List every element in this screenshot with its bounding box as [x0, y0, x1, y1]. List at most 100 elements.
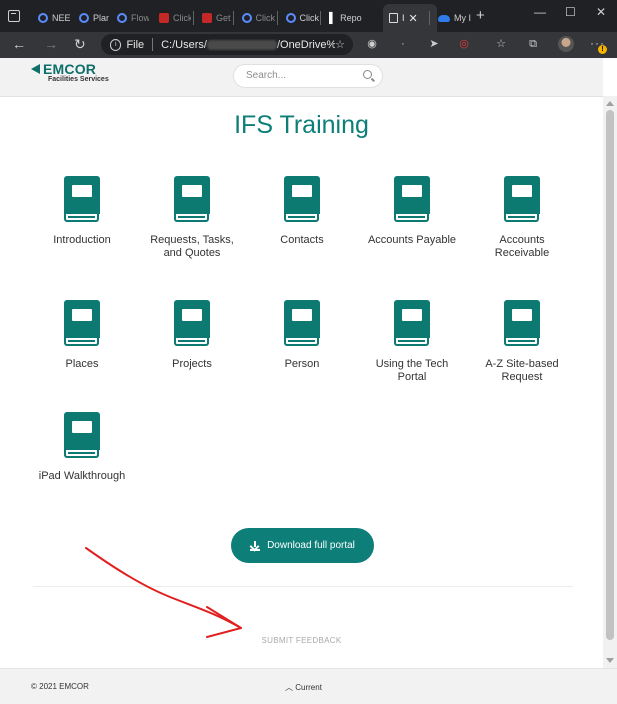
browser-tab[interactable]: My I: [429, 4, 474, 32]
tab-separator: [233, 11, 234, 25]
training-module[interactable]: Using the Tech Portal: [357, 294, 467, 384]
module-label: Contacts: [280, 234, 324, 246]
current-link[interactable]: ︿ Current: [285, 682, 322, 693]
search-box[interactable]: [233, 64, 383, 88]
module-label: Requests, Tasks, and Quotes: [150, 234, 234, 259]
tab-label: Click: [255, 13, 276, 23]
scroll-down-arrow-icon[interactable]: [606, 658, 614, 663]
tab-separator: [193, 11, 194, 25]
onedrive-icon: [438, 14, 450, 22]
training-module[interactable]: Contacts: [247, 170, 357, 247]
red-square-icon: [159, 13, 169, 23]
info-icon[interactable]: i: [110, 38, 122, 51]
tab-close-icon[interactable]: ✕: [409, 12, 418, 25]
book-icon: [394, 300, 430, 346]
training-module[interactable]: Introduction: [27, 170, 137, 247]
browser-tab-strip: NEEIPlanFlowClickGetClickClick▌RepoI✕My …: [0, 0, 617, 32]
forward-arrow-icon[interactable]: →: [44, 36, 58, 52]
book-icon: [284, 300, 320, 346]
profile-avatar[interactable]: [558, 36, 574, 52]
redacted-username: [206, 39, 277, 50]
refresh-icon[interactable]: ↻: [74, 36, 86, 53]
emcor-logo[interactable]: EMCOR Facilities Services: [31, 61, 109, 83]
chevron-up-icon: ︿: [285, 683, 293, 692]
browser-tab[interactable]: Click: [233, 4, 275, 32]
search-icon[interactable]: [363, 70, 372, 79]
training-module[interactable]: A-Z Site-based Request: [467, 294, 577, 384]
book-icon: [64, 300, 100, 346]
extension-target-icon[interactable]: ◎: [458, 38, 470, 50]
blue-circle-icon: [241, 13, 252, 23]
book-icon: [394, 176, 430, 222]
training-module[interactable]: Projects: [137, 294, 247, 371]
browser-tab[interactable]: Plan: [71, 4, 109, 32]
blue-circle-icon: [79, 13, 89, 23]
download-label: Download full portal: [267, 540, 355, 551]
address-scheme: File: [126, 38, 145, 51]
content-divider: [33, 586, 573, 587]
red-square-icon: [202, 13, 212, 23]
window-menu-icon[interactable]: [8, 10, 20, 22]
module-label: iPad Walkthrough: [38, 470, 126, 482]
blue-circle-icon: [285, 13, 296, 23]
book-icon: [504, 176, 540, 222]
module-label: Accounts Payable: [367, 234, 457, 246]
download-icon: [250, 540, 261, 551]
extension-circle-icon[interactable]: ◉: [366, 38, 378, 50]
book-icon: [64, 176, 100, 222]
submit-feedback-link[interactable]: SUBMIT FEEDBACK: [0, 636, 603, 645]
window-close-icon[interactable]: ✕: [596, 5, 606, 19]
site-header: EMCOR Facilities Services: [0, 58, 603, 97]
address-bar[interactable]: i File C:/Users//OneDrive%... ☆: [101, 34, 353, 55]
document-icon: [389, 13, 398, 23]
bi-icon: ▌: [329, 12, 337, 24]
tab-label: NEEI: [52, 13, 70, 23]
favorites-bar-icon[interactable]: ☆: [495, 38, 507, 50]
download-portal-button[interactable]: Download full portal: [231, 528, 374, 563]
browser-tab[interactable]: Get: [193, 4, 231, 32]
training-module[interactable]: iPad Walkthrough: [27, 406, 137, 483]
logo-text: EMCOR: [43, 61, 97, 77]
favorite-star-icon[interactable]: ☆: [335, 38, 345, 51]
maximize-icon[interactable]: ☐: [565, 5, 576, 19]
address-url: C:/Users//OneDrive%...: [161, 38, 335, 51]
book-icon: [64, 412, 100, 458]
extension-blurred-icon[interactable]: ·: [397, 38, 409, 50]
back-arrow-icon[interactable]: ←: [12, 36, 26, 52]
training-module[interactable]: Accounts Payable: [357, 170, 467, 247]
site-footer: © 2021 EMCOR ︿ Current: [0, 668, 617, 704]
training-module[interactable]: Accounts Receivable: [467, 170, 577, 260]
scroll-thumb[interactable]: [606, 110, 614, 640]
browser-tab[interactable]: Click: [277, 4, 319, 32]
book-icon: [284, 176, 320, 222]
tab-label: Get: [216, 13, 231, 23]
browser-tab[interactable]: Click: [151, 4, 191, 32]
web-page: EMCOR Facilities Services IFS Training I…: [0, 58, 617, 704]
training-module[interactable]: Places: [27, 294, 137, 371]
browser-tab[interactable]: NEEI: [30, 4, 70, 32]
tab-label: Click: [299, 13, 320, 23]
training-module[interactable]: Person: [247, 294, 357, 371]
module-label: A-Z Site-based Request: [485, 358, 559, 383]
tab-label: Flow: [131, 13, 149, 23]
tab-separator: [277, 11, 278, 25]
browser-tab[interactable]: Flow: [109, 4, 149, 32]
page-scrollbar[interactable]: [603, 96, 617, 668]
blue-circle-icon: [117, 13, 127, 23]
browser-tab[interactable]: ▌ Repo: [320, 4, 370, 32]
module-label: Person: [284, 358, 320, 370]
tab-separator: [429, 11, 430, 25]
minimize-icon[interactable]: —: [534, 5, 546, 19]
address-divider: [152, 38, 154, 51]
tab-separator: [320, 11, 321, 25]
module-label: Using the Tech Portal: [375, 358, 449, 383]
copyright-text: © 2021 EMCOR: [31, 682, 89, 691]
training-module[interactable]: Requests, Tasks, and Quotes: [137, 170, 247, 260]
extension-arrow-icon[interactable]: ➤: [428, 38, 440, 50]
scroll-up-arrow-icon[interactable]: [606, 101, 614, 106]
module-label: Projects: [172, 358, 212, 370]
new-tab-button[interactable]: +: [476, 7, 485, 24]
search-input[interactable]: [244, 69, 358, 82]
collections-icon[interactable]: ⧉: [527, 38, 539, 50]
blue-circle-icon: [38, 13, 48, 23]
